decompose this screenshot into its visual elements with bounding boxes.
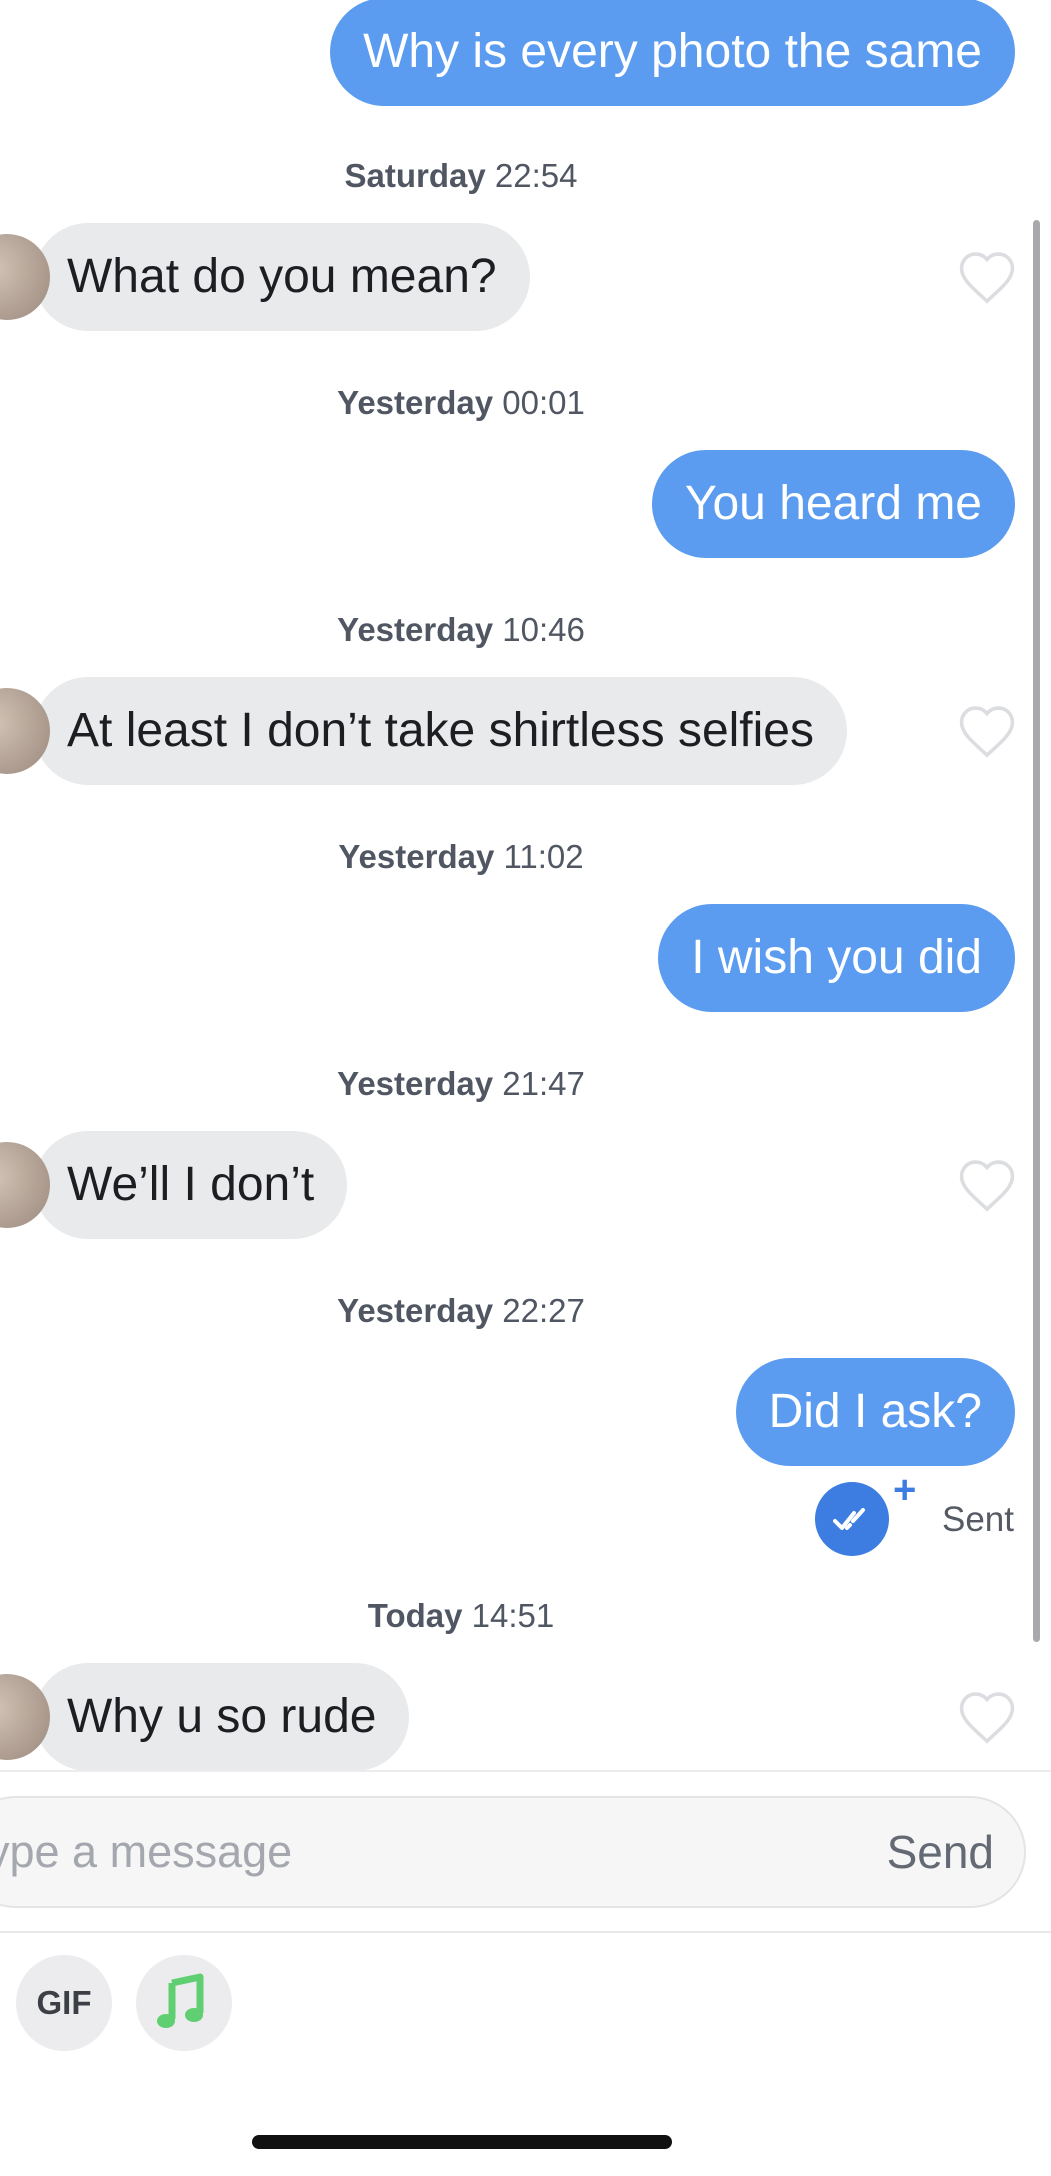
avatar[interactable] xyxy=(0,1142,50,1228)
received-message[interactable]: Why u so rude xyxy=(0,1663,410,1770)
message-input-placeholder: Type a message xyxy=(0,1826,293,1877)
music-note-icon xyxy=(157,1973,204,2028)
timestamp-day: Saturday xyxy=(344,157,486,194)
message-text: Why u so rude xyxy=(67,1690,377,1743)
timestamp: Yesterday 11:02 xyxy=(0,838,922,876)
gif-button[interactable]: GIF xyxy=(16,1955,112,2051)
timestamp: Yesterday 21:47 xyxy=(0,1065,922,1103)
timestamp-time: 10:46 xyxy=(502,611,585,648)
timestamp-time: 14:51 xyxy=(471,1597,555,1634)
timestamp-time: 22:27 xyxy=(502,1292,585,1329)
timestamp-day: Yesterday xyxy=(337,1292,494,1329)
message-input[interactable]: Type a message Send xyxy=(0,1796,1026,1908)
music-button[interactable] xyxy=(136,1955,232,2051)
delivery-status: + Sent xyxy=(815,1468,1035,1558)
like-heart-icon[interactable] xyxy=(956,703,1018,759)
gif-label: GIF xyxy=(36,1984,92,2021)
like-heart-icon[interactable] xyxy=(956,1157,1018,1213)
timestamp-time: 11:02 xyxy=(503,838,584,875)
timestamp-day: Yesterday xyxy=(337,1065,494,1102)
timestamp: Today 14:51 xyxy=(0,1597,922,1635)
timestamp: Yesterday 00:01 xyxy=(0,384,922,422)
sent-message[interactable]: Why is every photo the same xyxy=(330,0,1015,106)
received-message[interactable]: What do you mean? xyxy=(0,223,530,331)
home-indicator[interactable] xyxy=(252,2135,672,2149)
avatar[interactable] xyxy=(0,234,50,320)
timestamp-time: 00:01 xyxy=(502,384,585,421)
timestamp-time: 22:54 xyxy=(494,157,578,194)
timestamp: Saturday 22:54 xyxy=(0,157,922,195)
received-message[interactable]: At least I don’t take shirtless selfies xyxy=(0,677,847,785)
like-heart-icon[interactable] xyxy=(956,249,1018,305)
chat-screen: Why is every photo the same Saturday 22:… xyxy=(0,0,1051,2176)
timestamp-day: Today xyxy=(367,1597,463,1634)
message-text: Why is every photo the same xyxy=(363,25,982,78)
message-text: I wish you did xyxy=(691,931,982,984)
timestamp-time: 21:47 xyxy=(502,1065,585,1102)
message-text: Did I ask? xyxy=(768,1385,982,1438)
scrollbar[interactable] xyxy=(1033,220,1040,1642)
message-text: We’ll I don’t xyxy=(67,1158,315,1211)
message-thread[interactable]: Why is every photo the same Saturday 22:… xyxy=(0,0,1051,1770)
received-message[interactable]: We’ll I don’t xyxy=(0,1131,348,1239)
timestamp: Yesterday 10:46 xyxy=(0,611,922,649)
sent-status-label: Sent xyxy=(942,1500,1014,1539)
send-button[interactable]: Send xyxy=(887,1798,994,1906)
timestamp-day: Yesterday xyxy=(338,838,495,875)
avatar[interactable] xyxy=(0,1674,50,1760)
like-heart-icon[interactable] xyxy=(956,1689,1018,1745)
timestamp: Yesterday 22:27 xyxy=(0,1292,922,1330)
message-text: You heard me xyxy=(684,477,982,530)
plus-icon[interactable]: + xyxy=(893,1468,916,1513)
avatar[interactable] xyxy=(0,688,50,774)
sent-message[interactable]: You heard me xyxy=(651,450,1015,558)
message-composer: Type a message Send xyxy=(0,1770,1051,1933)
timestamp-day: Yesterday xyxy=(337,384,494,421)
sent-message[interactable]: Did I ask? xyxy=(735,1358,1015,1466)
message-text: What do you mean? xyxy=(67,250,497,303)
timestamp-day: Yesterday xyxy=(337,611,494,648)
sent-message[interactable]: I wish you did xyxy=(658,904,1015,1012)
message-text: At least I don’t take shirtless selfies xyxy=(67,704,814,757)
double-check-icon xyxy=(815,1482,889,1556)
